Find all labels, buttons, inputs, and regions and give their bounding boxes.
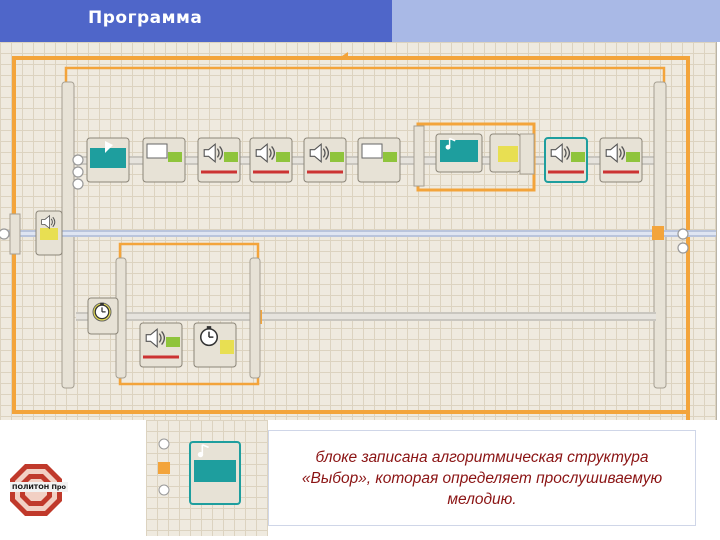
timer-block-2[interactable] (193, 322, 237, 368)
caption-box: блоке записана алгоритмическая структура… (268, 430, 696, 526)
sound-block-1[interactable] (197, 137, 241, 183)
sound-block-4[interactable] (544, 137, 588, 183)
sound-block-3[interactable] (303, 137, 347, 183)
preview-switch-block (158, 438, 241, 505)
sound-block-5[interactable] (599, 137, 643, 183)
switch-block[interactable] (86, 137, 130, 183)
caption-text: блоке записана алгоритмическая структура… (301, 448, 663, 508)
timer-block-1[interactable] (87, 297, 119, 335)
outer-loop-wire (12, 56, 690, 420)
sound-block-2[interactable] (249, 137, 293, 183)
lower-frame-right (249, 257, 261, 379)
logo-label: ПОЛИТОН Про (10, 482, 69, 492)
start-block[interactable] (35, 210, 63, 256)
move-block-1[interactable] (142, 137, 186, 183)
move-block-2[interactable] (357, 137, 401, 183)
loop-end-tab (652, 226, 664, 240)
sound-block-lower[interactable] (139, 322, 183, 368)
